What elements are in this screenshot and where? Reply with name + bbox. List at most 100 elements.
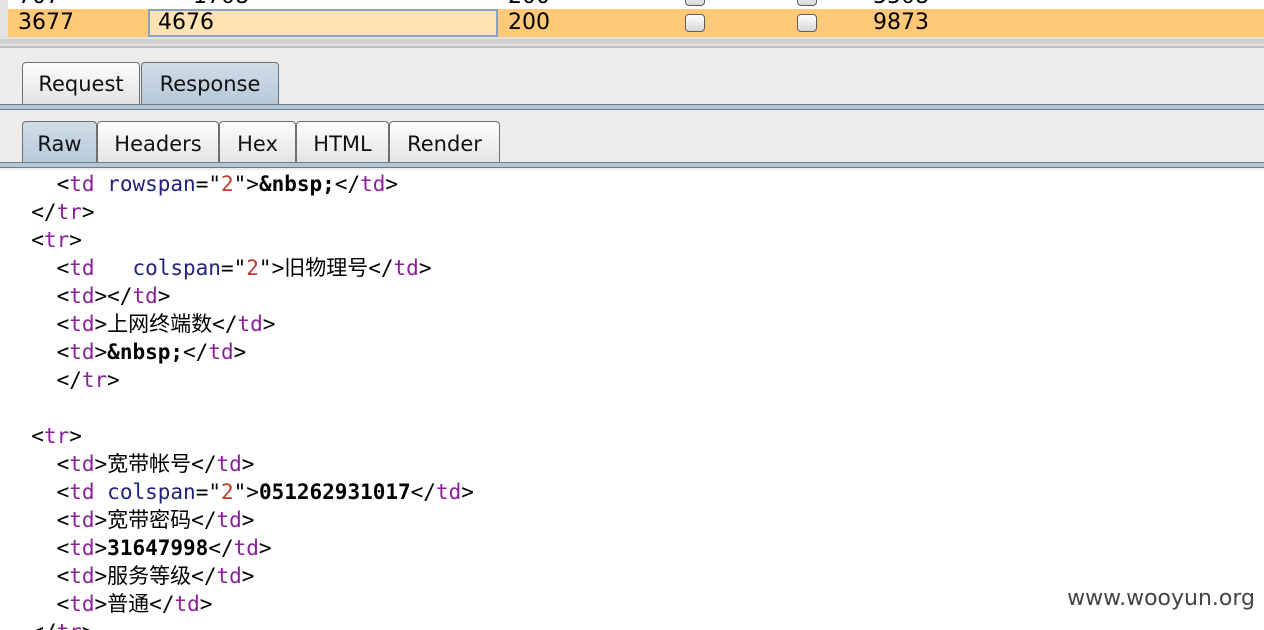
code-token: </ [183,340,209,364]
code-line: <td>服务等级</td> [6,562,255,590]
code-token: </ [191,564,217,588]
code-token: < [6,592,70,616]
code-token: 2 [246,256,259,280]
code-token: 上网终端数 [107,312,213,336]
code-token: > [94,312,108,336]
code-token: td [69,508,95,532]
code-token: < [6,284,70,308]
code-token: > [241,452,255,476]
code-token: > [94,564,108,588]
code-line: <td></td> [6,282,171,310]
code-token: td [208,340,234,364]
code-token: > [94,508,108,532]
timeout-checkbox[interactable] [797,0,817,6]
code-token: td [174,592,200,616]
code-token: > [418,256,432,280]
tab-raw[interactable]: Raw [22,121,97,165]
code-token: > [262,312,276,336]
code-token: > [81,200,95,224]
code-token: > [94,452,108,476]
code-token: tr [57,620,82,630]
code-token: < [6,228,44,252]
tab-hex[interactable]: Hex [219,121,296,165]
payload-cell[interactable]: 4676 [148,9,498,37]
code-token: td [69,592,95,616]
code-token: > [258,536,272,560]
code-token: 2 [220,480,234,504]
tab-request[interactable]: Request [22,62,140,104]
code-token: colspan [107,480,196,504]
code-token: td [435,480,462,504]
code-token: > [241,564,255,588]
code-token: </ [212,312,238,336]
code-token: &nbsp; [258,172,335,196]
code-token: tr [43,424,70,448]
watermark: www.wooyun.org [1067,586,1255,611]
code-token: < [6,536,70,560]
code-token: < [6,256,70,280]
tab-render[interactable]: Render [389,121,500,165]
code-token: rowspan [107,172,196,196]
code-token: </ [6,620,56,630]
horizontal-scrollbar[interactable] [0,39,1264,44]
code-token: < [6,508,70,532]
code-token: 051262931017 [258,480,411,504]
error-checkbox[interactable] [685,0,705,6]
code-token: td [237,312,263,336]
code-token: 宽带密码 [107,508,192,532]
raw-response-editor[interactable]: <td rowspan="2">&nbsp;</td> </tr> <tr> <… [0,170,1264,630]
code-line: <td>31647998</td> [6,534,272,562]
code-token: 旧物理号 [284,256,369,280]
code-line: <td colspan="2">051262931017</td> [6,478,474,506]
code-token: > [241,508,255,532]
code-token: < [6,564,70,588]
code-token: > [82,620,95,630]
code-token: < [6,452,70,476]
code-token: > [385,172,399,196]
code-token: 31647998 [107,536,209,560]
code-token: > [157,284,171,308]
code-token: tr [56,200,82,224]
tab-headers[interactable]: Headers [97,121,219,165]
tab-html[interactable]: HTML [296,121,389,165]
table-row-selected[interactable]: 3677 4676 200 9873 [8,9,1264,37]
code-token: td [69,452,95,476]
code-token: > [94,340,108,364]
tab-response[interactable]: Response [141,62,279,104]
code-token: </ [334,172,361,196]
code-token: =" [220,256,247,280]
tab-underline [0,162,1264,168]
code-token: </ [191,508,217,532]
code-token: td [69,536,95,560]
code-token: ></ [94,284,133,308]
code-token: 2 [220,172,234,196]
code-token: > [107,368,120,392]
timeout-checkbox[interactable] [797,14,817,32]
code-token: > [94,536,108,560]
code-token: > [199,592,213,616]
code-token: tr [81,368,108,392]
code-token: td [360,172,386,196]
code-token: 普通 [107,592,150,616]
code-token: < [6,340,70,364]
code-token: td [69,256,95,280]
code-token: td [69,172,95,196]
code-token: < [6,172,70,196]
code-line: <td rowspan="2">&nbsp;</td> [6,170,398,198]
code-token: > [233,340,247,364]
code-token: td [69,564,95,588]
code-token: "> [233,480,259,504]
code-line: </tr> [6,366,120,394]
code-token: </ [191,452,217,476]
code-token: colspan [132,256,221,280]
request-number-cell: 3677 [18,10,74,35]
code-line: <td>宽带密码</td> [6,506,255,534]
error-checkbox[interactable] [685,14,705,32]
code-token: td [69,340,95,364]
code-token: 服务等级 [107,564,192,588]
code-token: < [6,480,70,504]
code-token: &nbsp; [107,340,184,364]
code-token: </ [208,536,234,560]
